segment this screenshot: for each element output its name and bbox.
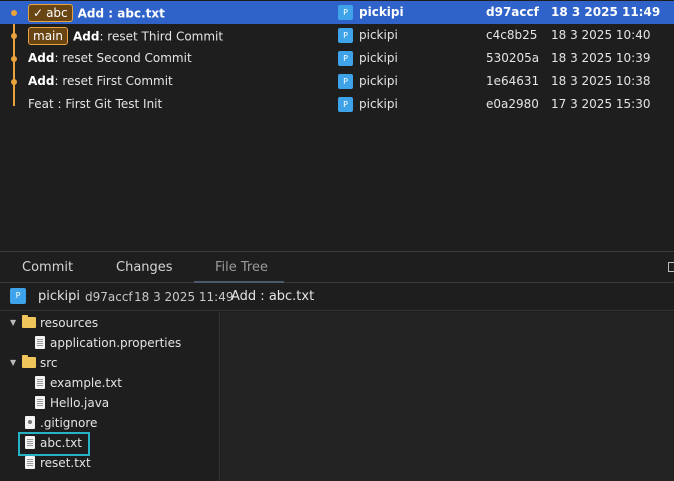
commit-row[interactable]: Add: reset First Commit P pickipi 1e6463… — [0, 70, 674, 93]
commit-subject: main Add: reset Third Commit — [28, 27, 223, 46]
commit-dot — [11, 79, 17, 85]
tree-folder-resources[interactable]: ▼ resources — [0, 314, 220, 332]
file-icon — [35, 396, 45, 409]
author-avatar: P — [338, 5, 353, 20]
detail-tab-bar: Commit Changes File Tree — [0, 251, 674, 283]
commit-dot — [11, 10, 17, 16]
commit-hash: 530205a — [486, 51, 540, 65]
commit-date: 18 3 2025 10:39 — [551, 51, 651, 65]
commit-row[interactable]: main Add: reset Third Commit P pickipi c4… — [0, 24, 674, 47]
commit-hash: e0a2980 — [486, 97, 539, 111]
panel-layout-icon[interactable] — [668, 262, 674, 272]
tree-folder-src[interactable]: ▼ src — [0, 354, 220, 372]
commit-author: pickipi — [359, 74, 398, 88]
file-tree: ▼ resources application.properties ▼ src… — [0, 312, 220, 481]
file-icon — [25, 436, 35, 449]
commit-hash: c4c8b25 — [486, 28, 538, 42]
author-avatar: P — [10, 288, 26, 304]
check-icon: ✓ — [33, 6, 44, 20]
file-icon — [25, 456, 35, 469]
tree-file[interactable]: example.txt — [0, 374, 220, 392]
tag-badge[interactable]: ✓ abc — [28, 4, 73, 22]
detail-hash: d97accf — [85, 290, 133, 304]
folder-icon — [22, 315, 36, 328]
expand-caret-icon[interactable]: ▼ — [10, 314, 16, 332]
author-avatar: P — [338, 51, 353, 66]
file-icon — [35, 336, 45, 349]
detail-author: pickipi — [38, 289, 81, 304]
commit-detail-header: P pickipi d97accf 18 3 2025 11:49 Add : … — [0, 283, 674, 311]
tab-commit[interactable]: Commit — [22, 260, 73, 275]
commit-subject: Feat : First Git Test Init — [28, 97, 163, 111]
author-avatar: P — [338, 97, 353, 112]
commit-date: 18 3 2025 10:40 — [551, 28, 651, 42]
commit-row[interactable]: Feat : First Git Test Init P pickipi e0a… — [0, 93, 674, 116]
tab-file-tree[interactable]: File Tree — [215, 260, 268, 275]
file-icon — [35, 376, 45, 389]
commit-date: 18 3 2025 11:49 — [551, 5, 661, 19]
git-client-window: ✓ abc Add : abc.txt P pickipi d97accf 18 3… — [0, 0, 674, 481]
commit-date: 18 3 2025 10:38 — [551, 74, 651, 88]
tree-file-selected[interactable]: abc.txt — [0, 434, 220, 452]
commit-subject: Add: reset First Commit — [28, 74, 173, 88]
tree-file[interactable]: .gitignore — [0, 414, 220, 432]
commit-author: pickipi — [359, 51, 398, 65]
file-preview-pane[interactable] — [221, 312, 674, 481]
commit-author: pickipi — [359, 28, 398, 42]
tree-file[interactable]: application.properties — [0, 334, 220, 352]
commit-dot — [11, 33, 17, 39]
commit-hash: d97accf — [486, 5, 539, 19]
commit-history: ✓ abc Add : abc.txt P pickipi d97accf 18 3… — [0, 0, 674, 250]
tab-changes[interactable]: Changes — [116, 260, 173, 275]
expand-caret-icon[interactable]: ▼ — [10, 354, 16, 372]
tree-file[interactable]: Hello.java — [0, 394, 220, 412]
author-avatar: P — [338, 74, 353, 89]
detail-date: 18 3 2025 11:49 — [134, 290, 234, 304]
commit-subject: ✓ abc Add : abc.txt — [28, 4, 165, 23]
commit-dot — [11, 56, 17, 62]
author-avatar: P — [338, 28, 353, 43]
config-file-icon — [25, 416, 35, 429]
commit-date: 17 3 2025 15:30 — [551, 97, 651, 111]
tree-file[interactable]: reset.txt — [0, 454, 220, 472]
branch-badge[interactable]: main — [28, 27, 68, 45]
detail-message: Add : abc.txt — [231, 289, 315, 304]
commit-author: pickipi — [359, 97, 398, 111]
commit-row[interactable]: ✓ abc Add : abc.txt P pickipi d97accf 18 3… — [0, 1, 674, 24]
commit-author: pickipi — [359, 5, 404, 19]
commit-row[interactable]: Add: reset Second Commit P pickipi 53020… — [0, 47, 674, 70]
folder-icon — [22, 355, 36, 368]
commit-subject: Add: reset Second Commit — [28, 51, 192, 65]
commit-hash: 1e64631 — [486, 74, 540, 88]
